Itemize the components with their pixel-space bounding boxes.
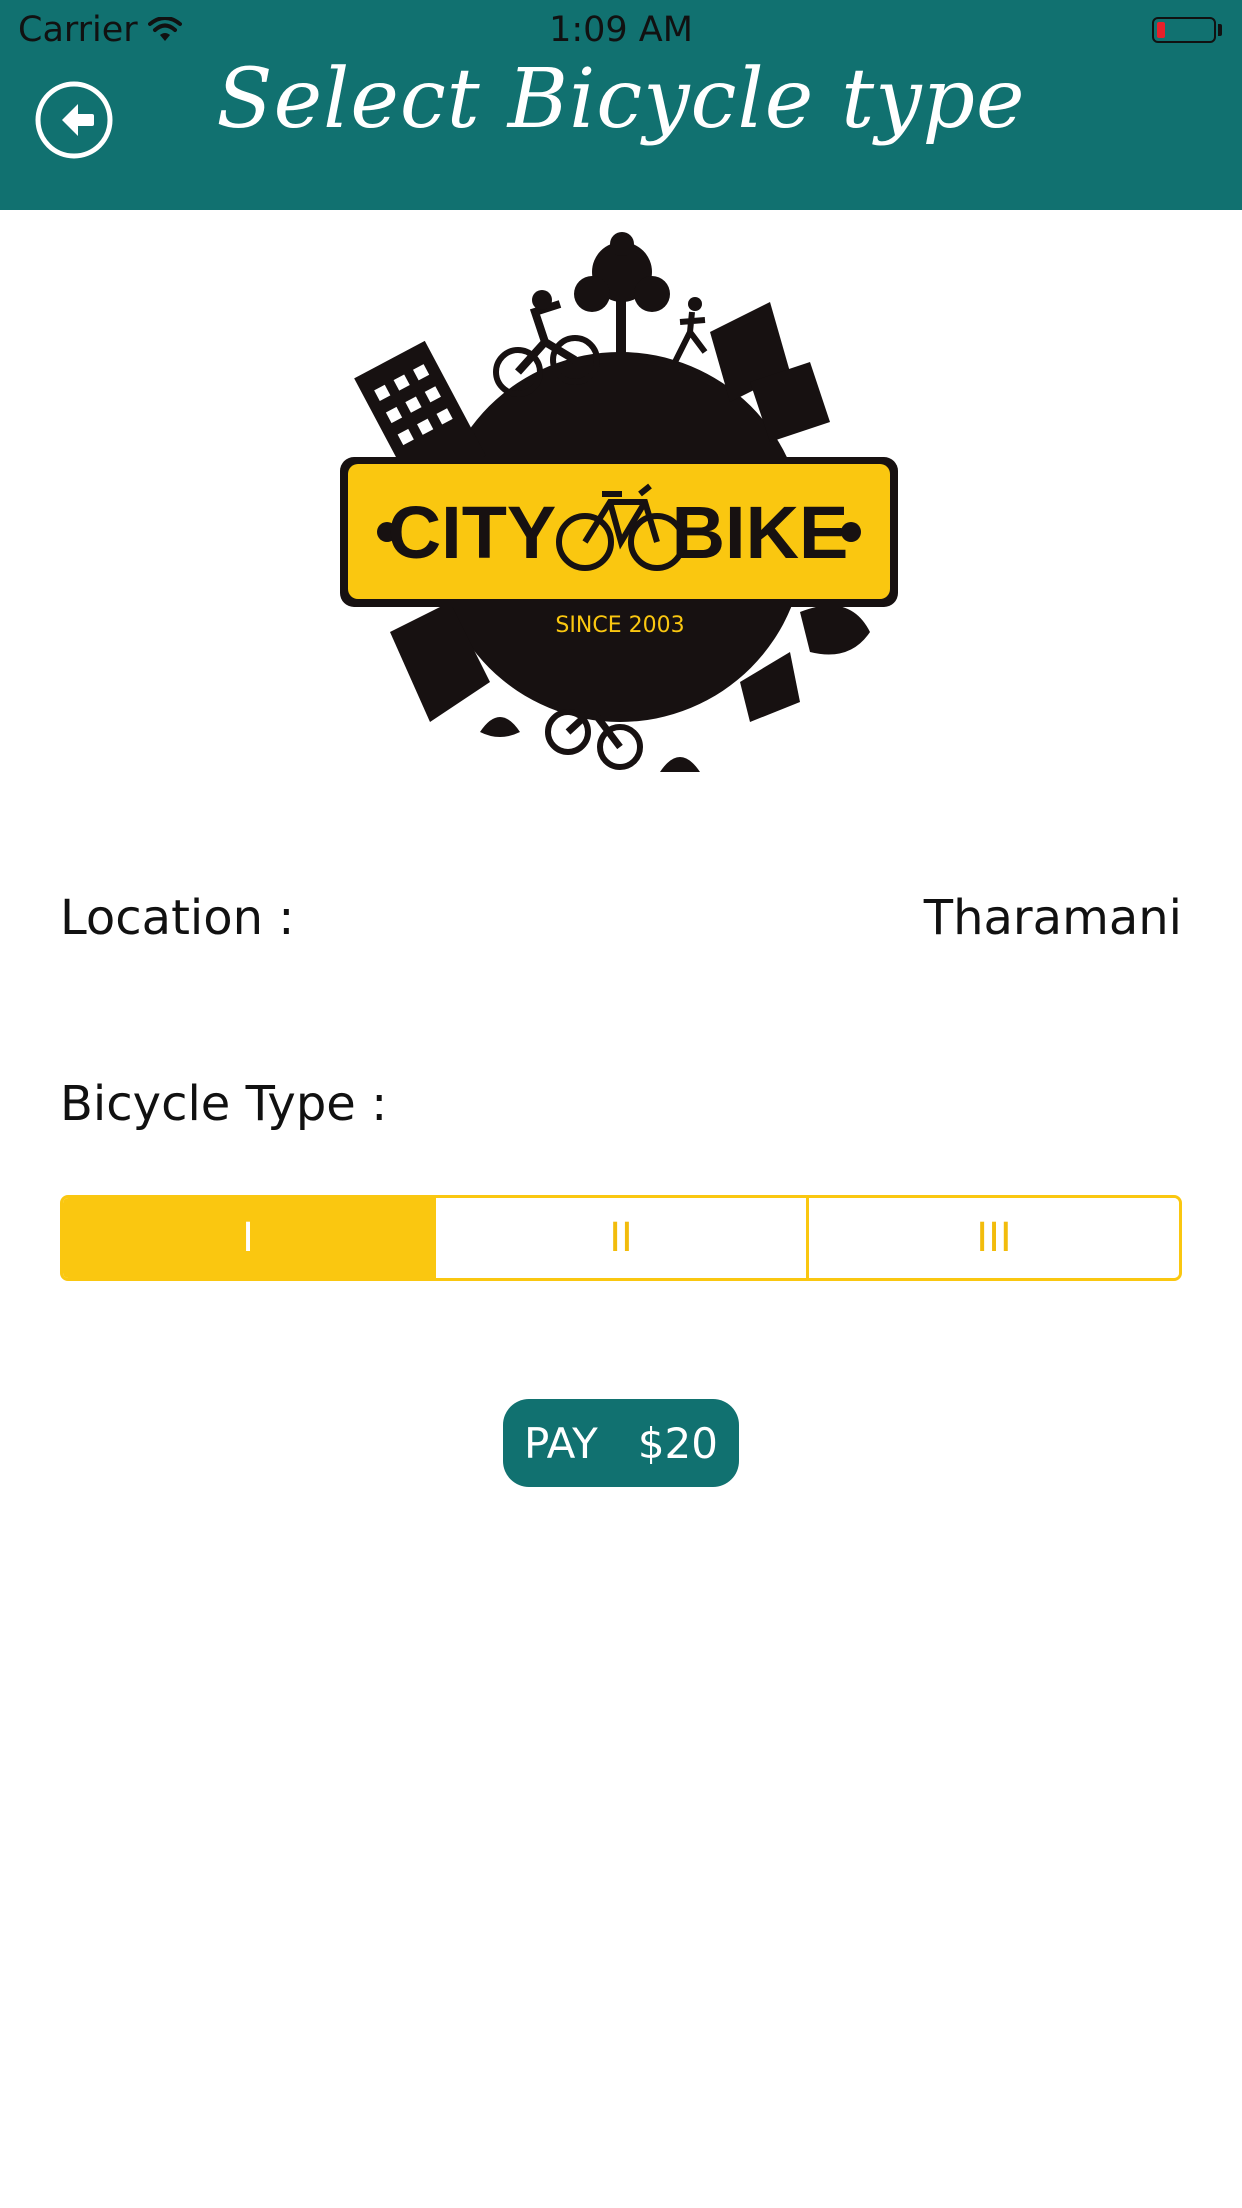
battery-level: [1157, 22, 1165, 38]
logo-since-text: SINCE 2003: [555, 613, 684, 638]
status-carrier: Carrier: [18, 10, 182, 50]
location-value: Tharamani: [923, 890, 1182, 946]
battery-icon: [1152, 17, 1216, 43]
page-title: Select Bicycle type: [216, 52, 1026, 147]
logo-city-text: CITY: [388, 491, 557, 574]
battery-nub: [1218, 24, 1222, 36]
wifi-icon: [147, 17, 182, 41]
city-bike-logo: CITY BIKE SINCE 2003: [330, 232, 910, 802]
bicycle-type-option-1[interactable]: I: [63, 1198, 436, 1278]
select-bicycle-type-screen: Carrier 1:09 AM Select Bicycle type CITY…: [0, 0, 1242, 2208]
bicycle-type-option-3[interactable]: III: [809, 1198, 1179, 1278]
status-time: 1:09 AM: [549, 10, 693, 50]
bicycle-type-label: Bicycle Type :: [60, 1076, 388, 1132]
bicycle-type-option-2[interactable]: II: [436, 1198, 809, 1278]
location-label: Location :: [60, 890, 295, 946]
logo-bike-text: BIKE: [672, 491, 849, 574]
bicycle-type-segmented-control[interactable]: I II III: [60, 1195, 1182, 1281]
carrier-label: Carrier: [18, 10, 138, 50]
navigation-bar: Carrier 1:09 AM Select Bicycle type: [0, 0, 1242, 210]
pay-button[interactable]: PAY $20: [503, 1399, 739, 1487]
